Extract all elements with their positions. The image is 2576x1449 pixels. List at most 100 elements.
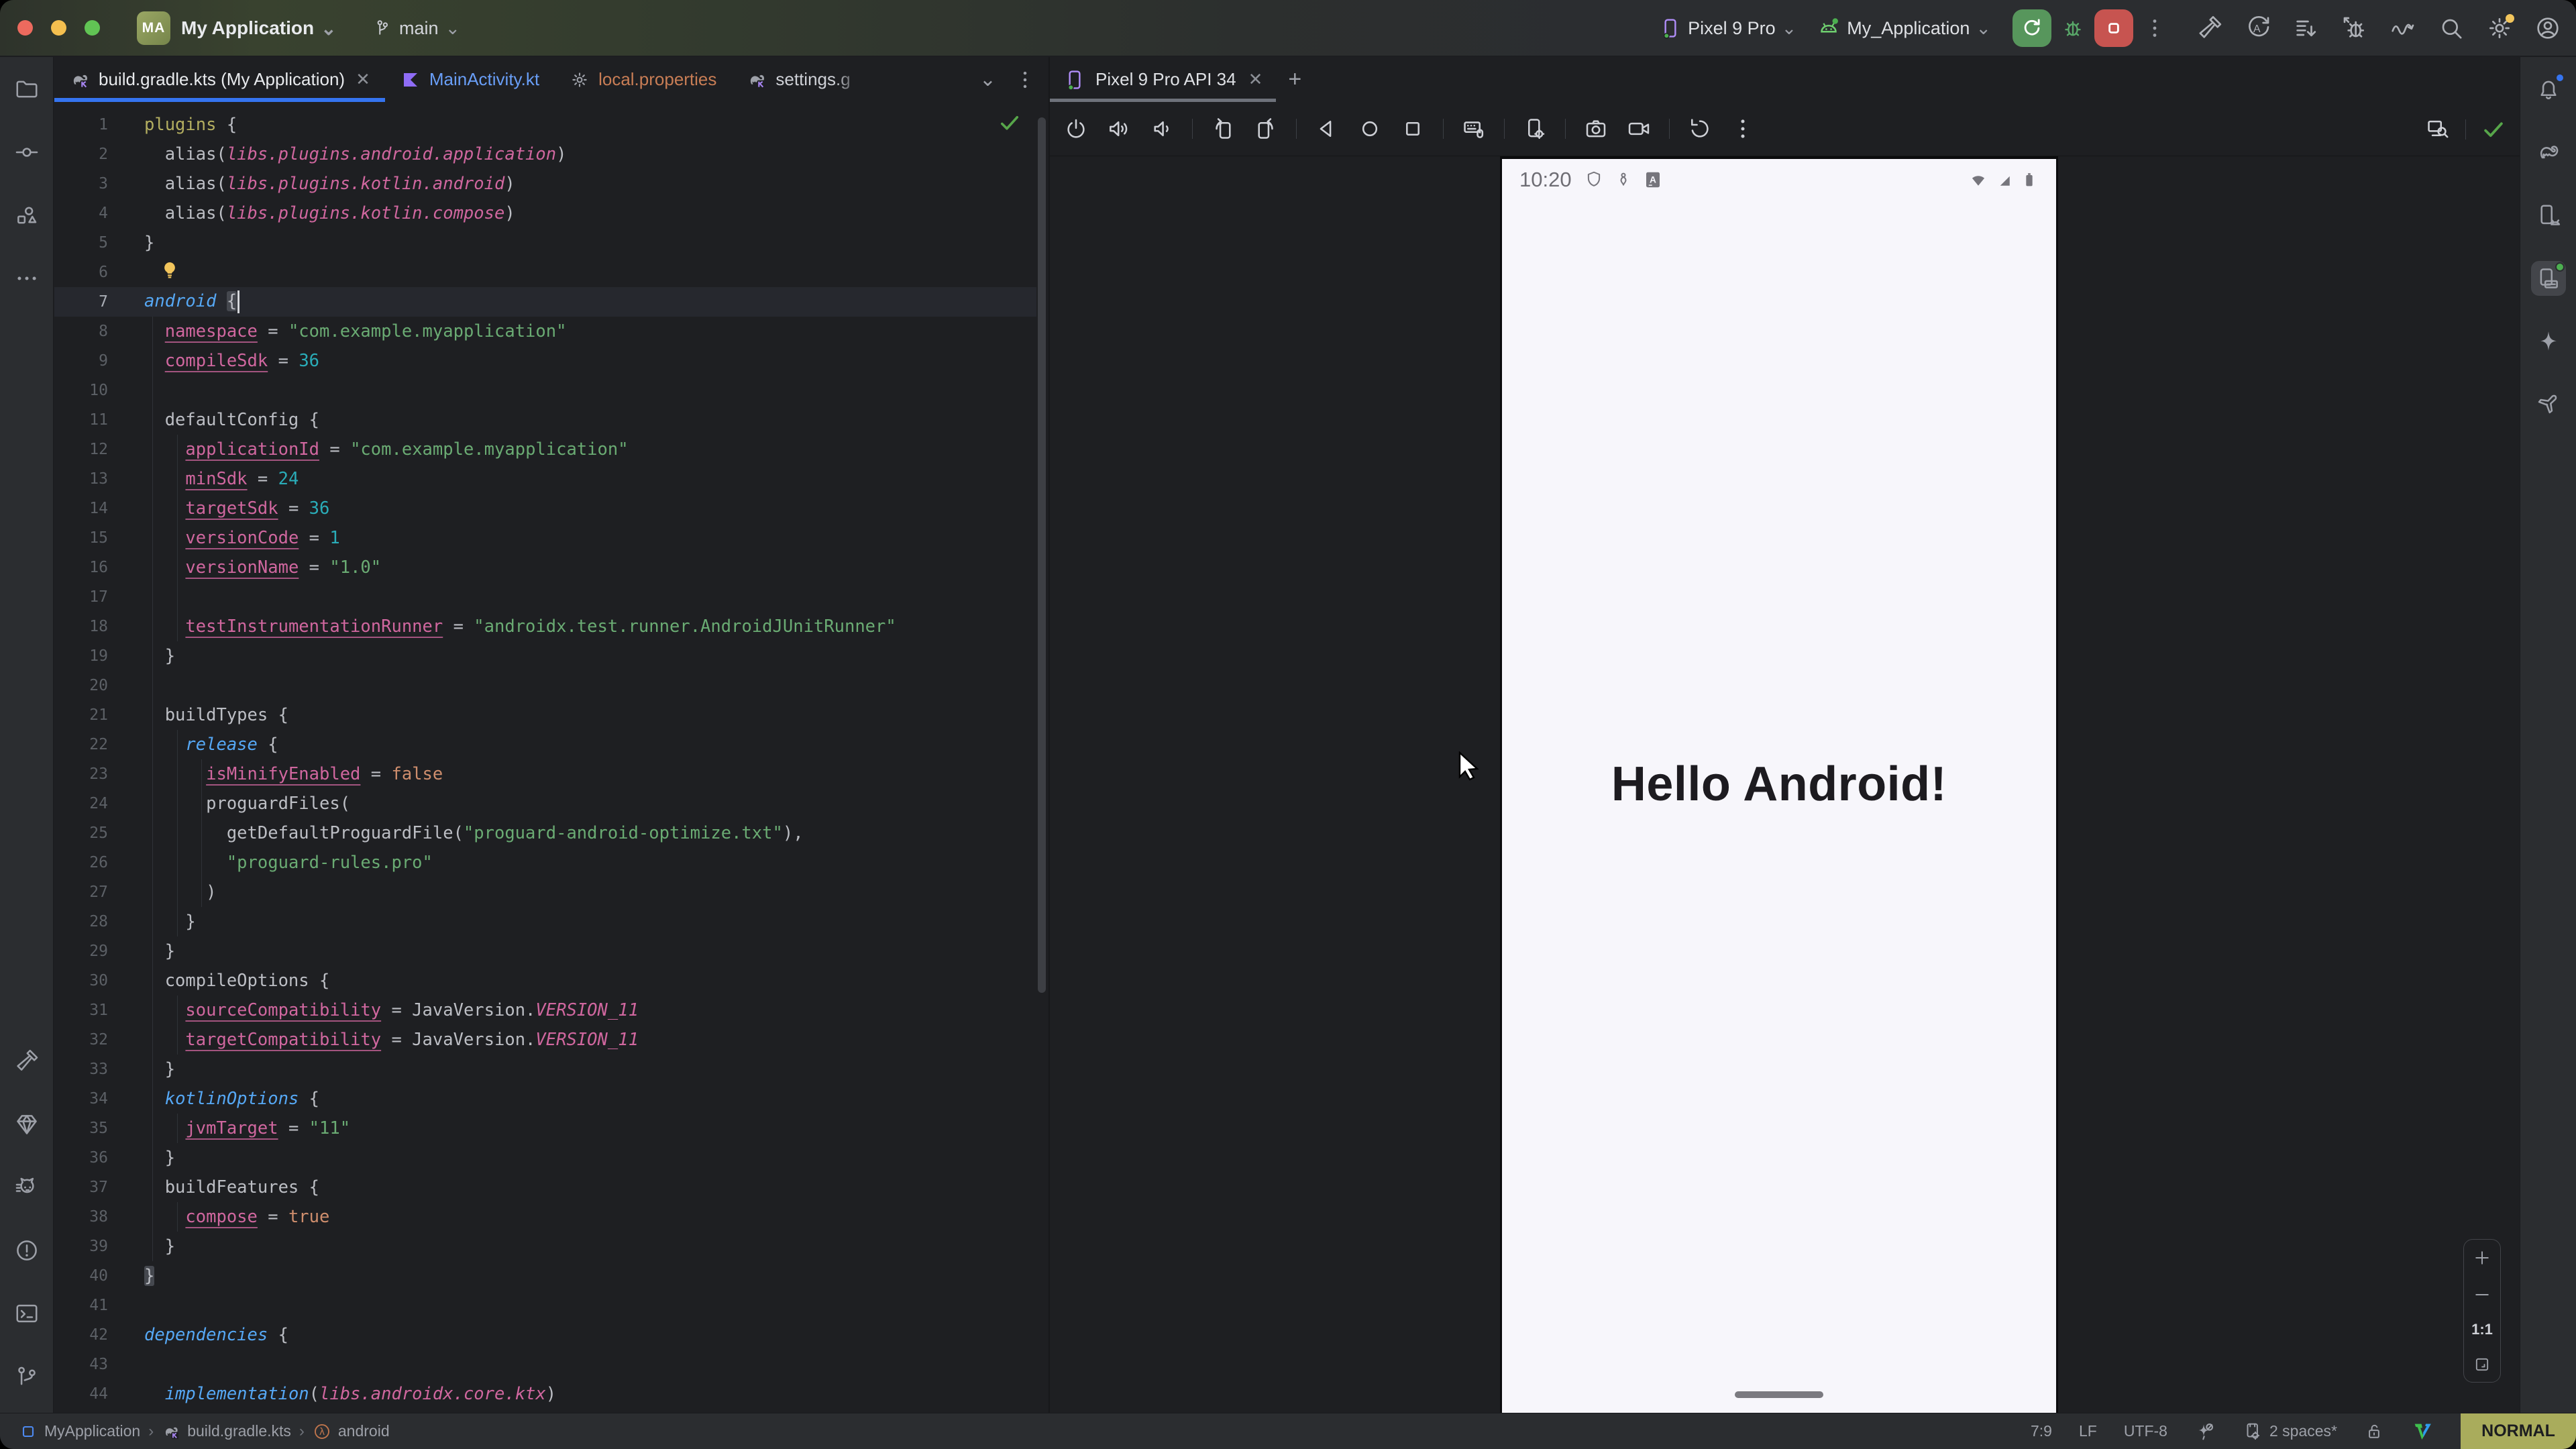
maximize-window-button[interactable] [85, 20, 100, 36]
code-line-23[interactable]: 23 isMinifyEnabled = false [54, 759, 1036, 789]
tool-window-button-sparkle[interactable] [2531, 324, 2566, 359]
editor-tab-build.gradle.kts[interactable]: build.gradle.kts (My Application)✕ [54, 57, 385, 102]
debug-attach-icon[interactable] [2341, 15, 2368, 42]
rerun-button[interactable] [2012, 9, 2051, 47]
project-selector[interactable]: My Application ⌄ [181, 0, 337, 56]
code-line-1[interactable]: 1plugins { [54, 110, 1036, 140]
tool-window-button-device-manager[interactable] [2531, 198, 2566, 233]
hammer-icon[interactable] [2196, 15, 2223, 42]
code-line-44[interactable]: 44 implementation(libs.androidx.core.ktx… [54, 1379, 1036, 1409]
tool-window-button-git-branch[interactable] [9, 1359, 44, 1394]
run-configuration-selector[interactable]: My_Application ⌄ [1817, 16, 1991, 40]
fit-screen-button[interactable] [2473, 1355, 2491, 1374]
tool-window-button-alert-circle[interactable] [9, 1233, 44, 1268]
code-line-32[interactable]: 32 targetCompatibility = JavaVersion.VER… [54, 1025, 1036, 1055]
vcs-branch-selector[interactable]: main ⌄ [372, 0, 460, 56]
tool-window-button-plane[interactable] [2531, 387, 2566, 422]
hardware-input-icon[interactable] [1461, 116, 1487, 142]
tool-window-button-terminal[interactable] [9, 1296, 44, 1331]
stop-button[interactable] [2094, 9, 2133, 47]
caret-position-widget[interactable]: 7:9 [2031, 1422, 2052, 1440]
emulator-screen[interactable]: 10:20 A Hello Android! [1500, 156, 2058, 1413]
code-line-6[interactable]: 6 [54, 258, 1036, 287]
apply-changes-icon[interactable] [2293, 15, 2320, 42]
code-line-18[interactable]: 18 testInstrumentationRunner = "androidx… [54, 612, 1036, 641]
add-device-tab-button[interactable]: + [1288, 66, 1301, 93]
restore-icon[interactable] [1687, 116, 1713, 142]
intention-bulb-icon[interactable] [159, 260, 180, 281]
code-line-7[interactable]: 7android { [54, 287, 1036, 317]
code-line-11[interactable]: 11 defaultConfig { [54, 405, 1036, 435]
tool-window-button-running-devices[interactable] [2531, 261, 2566, 296]
code-line-35[interactable]: 35 jvmTarget = "11" [54, 1114, 1036, 1143]
minimize-window-button[interactable] [51, 20, 66, 36]
code-line-22[interactable]: 22 release { [54, 730, 1036, 759]
rotate-right-icon[interactable] [1253, 116, 1279, 142]
line-separator-widget[interactable]: LF [2079, 1422, 2097, 1440]
code-line-25[interactable]: 25 getDefaultProguardFile("proguard-andr… [54, 818, 1036, 848]
zoom-out-button[interactable] [2472, 1285, 2492, 1305]
avatar-icon[interactable] [2534, 15, 2561, 42]
more-v-icon[interactable] [1014, 68, 1036, 91]
close-window-button[interactable] [17, 20, 33, 36]
zoom-in-button[interactable] [2472, 1248, 2492, 1268]
more-vertical-icon[interactable] [2143, 16, 2167, 40]
encoding-widget[interactable]: UTF-8 [2124, 1422, 2167, 1440]
lock-open-icon[interactable] [2364, 1421, 2384, 1442]
code-editor[interactable]: 1plugins {2 alias(libs.plugins.android.a… [54, 102, 1036, 1413]
volume-up-icon[interactable] [1106, 116, 1132, 142]
code-line-21[interactable]: 21 buildTypes { [54, 700, 1036, 730]
zoom-reset-button[interactable]: 1:1 [2471, 1321, 2493, 1338]
more-v-icon[interactable] [1730, 116, 1756, 142]
code-line-43[interactable]: 43 [54, 1350, 1036, 1379]
code-line-13[interactable]: 13 minSdk = 24 [54, 464, 1036, 494]
tool-window-button-folder[interactable] [9, 72, 44, 107]
tool-window-button-more-h[interactable] [9, 261, 44, 296]
vim-icon[interactable] [2411, 1420, 2434, 1443]
code-line-31[interactable]: 31 sourceCompatibility = JavaVersion.VER… [54, 996, 1036, 1025]
device-tab[interactable]: Pixel 9 Pro API 34 ✕ [1050, 57, 1276, 102]
code-line-4[interactable]: 4 alias(libs.plugins.kotlin.compose) [54, 199, 1036, 228]
vim-mode-badge[interactable]: NORMAL [2461, 1413, 2576, 1449]
editor-tab-settings.g[interactable]: settings.g [731, 57, 876, 102]
close-icon[interactable]: ✕ [356, 69, 370, 90]
home-icon[interactable] [1357, 116, 1383, 142]
overview-icon[interactable] [1400, 116, 1426, 142]
ai-assistant-disabled-icon[interactable] [2194, 1421, 2216, 1442]
code-line-5[interactable]: 5} [54, 228, 1036, 258]
code-line-40[interactable]: 40} [54, 1261, 1036, 1291]
editor-scrollbar[interactable] [1038, 117, 1046, 993]
code-line-33[interactable]: 33 } [54, 1055, 1036, 1084]
debug-bug-icon[interactable] [2061, 16, 2085, 40]
code-line-16[interactable]: 16 versionName = "1.0" [54, 553, 1036, 582]
profiler-icon[interactable] [2390, 15, 2416, 42]
volume-down-icon[interactable] [1149, 116, 1175, 142]
code-line-9[interactable]: 9 compileSdk = 36 [54, 346, 1036, 376]
code-line-42[interactable]: 42dependencies { [54, 1320, 1036, 1350]
code-line-34[interactable]: 34 kotlinOptions { [54, 1084, 1036, 1114]
breadcrumb-item-MyApplication[interactable]: MyApplication [19, 1422, 140, 1441]
code-line-10[interactable]: 10 [54, 376, 1036, 405]
rotate-left-icon[interactable] [1210, 116, 1236, 142]
code-line-36[interactable]: 36 } [54, 1143, 1036, 1173]
back-icon[interactable] [1314, 116, 1340, 142]
code-line-37[interactable]: 37 buildFeatures { [54, 1173, 1036, 1202]
search-icon[interactable] [2438, 15, 2465, 42]
code-line-3[interactable]: 3 alias(libs.plugins.kotlin.android) [54, 169, 1036, 199]
ui-check-icon[interactable] [2425, 117, 2451, 142]
code-line-26[interactable]: 26 "proguard-rules.pro" [54, 848, 1036, 877]
code-line-17[interactable]: 17 [54, 582, 1036, 612]
settings-icon[interactable] [2486, 15, 2513, 42]
record-icon[interactable] [1626, 116, 1652, 142]
editor-tab-MainActivity.kt[interactable]: MainActivity.kt [385, 57, 554, 102]
close-icon[interactable]: ✕ [1248, 69, 1263, 90]
code-line-28[interactable]: 28 } [54, 907, 1036, 936]
code-line-12[interactable]: 12 applicationId = "com.example.myapplic… [54, 435, 1036, 464]
chevron-down-icon[interactable]: ⌄ [979, 68, 996, 91]
tool-window-button-hammer[interactable] [9, 1044, 44, 1079]
tool-window-button-cat[interactable] [9, 1170, 44, 1205]
sync-a-icon[interactable]: A [2245, 15, 2271, 42]
power-icon[interactable] [1063, 116, 1089, 142]
code-line-24[interactable]: 24 proguardFiles( [54, 789, 1036, 818]
code-line-29[interactable]: 29 } [54, 936, 1036, 966]
